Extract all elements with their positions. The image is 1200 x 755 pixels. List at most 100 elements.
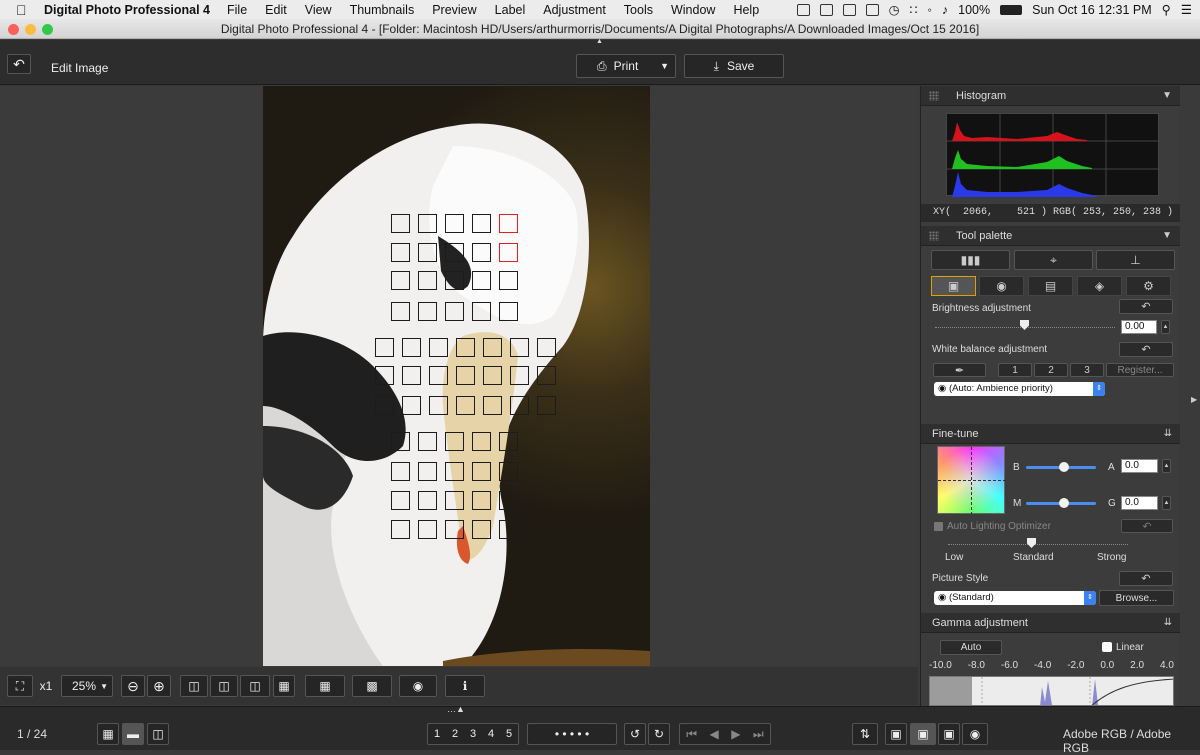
info-compare-icon[interactable]: ◉ (399, 675, 437, 697)
crop-icon[interactable]: ⌖ (1014, 250, 1093, 270)
tab-curve[interactable]: ▤ (1028, 276, 1073, 296)
brightness-slider-thumb[interactable] (1020, 320, 1029, 330)
minimize-window-button[interactable] (25, 24, 36, 35)
zoom-window-button[interactable] (42, 24, 53, 35)
bluetooth-icon[interactable]: ∷ (909, 2, 917, 17)
battery-icon[interactable] (1000, 4, 1023, 15)
undo-arrow-icon[interactable]: ↶ (7, 54, 31, 74)
menu-view[interactable]: View (305, 3, 332, 17)
chevron-down-icon[interactable]: ▼ (1162, 86, 1172, 106)
menubar-datetime[interactable]: Sun Oct 16 12:31 PM (1032, 3, 1152, 17)
app-status-icon[interactable] (819, 3, 833, 16)
chevron-down-icon[interactable]: ▼ (1162, 226, 1172, 246)
image-viewer[interactable] (0, 86, 918, 666)
single-view-icon[interactable]: ▬ (122, 723, 144, 745)
wb-preset-1[interactable]: 1 (998, 363, 1032, 377)
fit-to-window-icon[interactable]: ⛶ (7, 675, 33, 697)
register-button[interactable]: Register... (1106, 363, 1174, 377)
volume-icon[interactable]: ♪ (942, 3, 948, 17)
menu-app-name[interactable]: Digital Photo Professional 4 (44, 3, 210, 17)
mg-slider-knob[interactable] (1059, 498, 1069, 508)
a-stepper[interactable]: ▲ (1162, 459, 1171, 473)
split-view-icon[interactable]: ◫ (240, 675, 270, 697)
zoom-out-icon[interactable]: ⊖ (121, 675, 145, 697)
collapse-toolbar-icon[interactable]: ▲ (596, 38, 603, 45)
rating-4[interactable]: 4 (488, 728, 494, 740)
next-image-icon[interactable]: ▶ (731, 727, 740, 741)
tab-detail[interactable]: ◉ (979, 276, 1024, 296)
alo-slider[interactable] (948, 544, 1128, 545)
rating-1[interactable]: 1 (434, 728, 440, 740)
zoom-select[interactable]: 25% ▼ (61, 675, 113, 697)
brightness-stepper[interactable]: ▲ (1161, 320, 1170, 334)
alo-slider-thumb[interactable] (1027, 538, 1036, 548)
wifi-icon[interactable]: ◦ (927, 3, 931, 17)
alo-reset-icon[interactable]: ↶ (1121, 519, 1173, 533)
picture-style-select[interactable]: ◉ (Standard) ⇕ (934, 591, 1096, 605)
picture-style-reset-icon[interactable]: ↶ (1119, 571, 1173, 586)
label-dots[interactable]: • • • • • (527, 723, 617, 745)
color-grid[interactable] (937, 446, 1006, 515)
battery-percent[interactable]: 100% (958, 3, 990, 17)
rating-5[interactable]: 5 (506, 728, 512, 740)
photo-preview[interactable] (263, 86, 650, 666)
g-stepper[interactable]: ▲ (1162, 496, 1171, 510)
menu-tools[interactable]: Tools (624, 3, 653, 17)
white-balance-reset-icon[interactable]: ↶ (1119, 342, 1173, 357)
af-point-display-icon[interactable]: ◫ (180, 675, 208, 697)
tab-basic[interactable]: ▣ (931, 276, 976, 296)
menu-thumbnails[interactable]: Thumbnails (350, 3, 415, 17)
filmstrip-icon[interactable] (796, 3, 810, 16)
zoom-in-icon[interactable]: ⊕ (147, 675, 171, 697)
camera-icon[interactable]: ◉ (962, 723, 988, 745)
apple-icon[interactable]:  (16, 2, 32, 18)
zoom-multiplier[interactable]: x1 (33, 675, 59, 697)
double-chevron-down-icon[interactable]: ⇊ (1164, 613, 1172, 633)
gamma-auto-button[interactable]: Auto (940, 640, 1002, 655)
alo-checkbox[interactable] (934, 522, 943, 531)
palette-icon[interactable]: ▣ (910, 723, 936, 745)
wb-preset-2[interactable]: 2 (1034, 363, 1068, 377)
menu-adjustment[interactable]: Adjustment (543, 3, 606, 17)
info-icon[interactable]: ℹ (445, 675, 485, 697)
first-image-icon[interactable]: ⏮ (686, 727, 697, 742)
linear-checkbox[interactable] (1102, 642, 1112, 652)
grid-compare-icon[interactable]: ◫ (210, 675, 238, 697)
filmstrip-view-icon[interactable]: ◫ (147, 723, 169, 745)
white-balance-select[interactable]: ◉ (Auto: Ambience priority) ⇕ (934, 382, 1105, 396)
c-icon[interactable] (842, 3, 856, 16)
rotate-right-icon[interactable]: ↻ (648, 723, 670, 745)
menu-window[interactable]: Window (671, 3, 715, 17)
previous-image-icon[interactable]: ◀ (710, 727, 719, 741)
s-icon[interactable] (865, 3, 879, 16)
gamma-graph[interactable] (929, 676, 1174, 706)
print-dropdown-icon[interactable]: ▼ (660, 61, 669, 71)
print-button[interactable]: ⎙ Print ▼ (576, 54, 676, 78)
grid-overlay-icon[interactable]: ▦ (305, 675, 345, 697)
wb-preset-3[interactable]: 3 (1070, 363, 1104, 377)
search-icon[interactable]: ⚲ (1162, 2, 1171, 17)
brightness-value[interactable]: 0.00 (1121, 320, 1157, 334)
browse-button[interactable]: Browse... (1099, 590, 1174, 606)
clock-icon[interactable]: ◷ (889, 2, 900, 17)
rotate-left-icon[interactable]: ↺ (624, 723, 646, 745)
rating-3[interactable]: 3 (470, 728, 476, 740)
menu-help[interactable]: Help (733, 3, 759, 17)
eyedropper-icon[interactable]: ✒ (933, 363, 986, 377)
g-value[interactable]: 0.0 (1121, 496, 1158, 510)
gamma-header[interactable]: Gamma adjustment ⇊ (921, 613, 1180, 633)
tool-palette-header[interactable]: Tool palette ▼ (921, 226, 1180, 246)
close-window-button[interactable] (8, 24, 19, 35)
histogram-header[interactable]: Histogram ▼ (921, 86, 1180, 106)
a-value[interactable]: 0.0 (1121, 459, 1158, 473)
basic-adjust-icon[interactable]: ▮▮▮ (931, 250, 1010, 270)
menu-label[interactable]: Label (495, 3, 526, 17)
rating-2[interactable]: 2 (452, 728, 458, 740)
af-points-toggle-icon[interactable]: ▩ (352, 675, 392, 697)
highlight-icon[interactable]: ▦ (273, 675, 295, 697)
list-icon[interactable]: ☰ (1181, 2, 1192, 17)
menu-preview[interactable]: Preview (432, 3, 476, 17)
fine-tune-header[interactable]: Fine-tune ⇊ (921, 424, 1180, 444)
save-button[interactable]: ⤓ Save (684, 54, 784, 78)
compare-icon[interactable]: ▣ (885, 723, 907, 745)
